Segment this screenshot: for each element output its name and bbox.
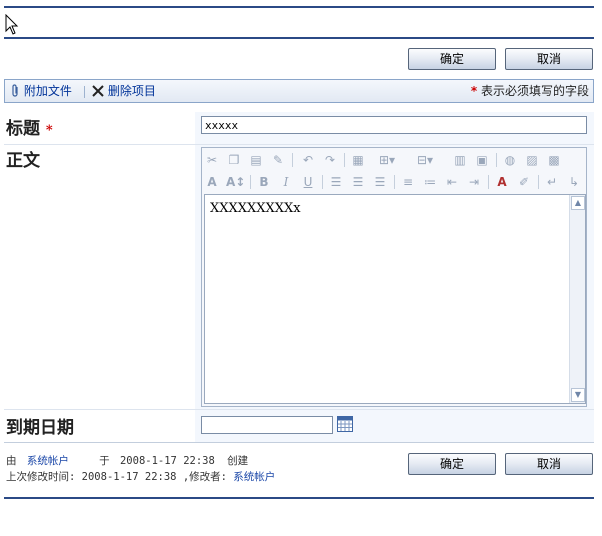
row-divider — [4, 442, 594, 443]
highlight-icon[interactable]: ✐ — [516, 174, 532, 190]
underline-icon[interactable]: U — [300, 174, 316, 190]
attach-file-label: 附加文件 — [23, 84, 72, 98]
modified-at: 2008-1-17 22:38 — [81, 471, 177, 483]
body-edit-area[interactable]: XXXXXXXXXx ▲ ▼ — [204, 194, 586, 404]
created-at: 2008-1-17 22:38 — [119, 455, 215, 467]
body-label: 正文 — [6, 151, 40, 171]
cut-icon[interactable]: ✂ — [204, 152, 220, 168]
created-prefix: 由 — [6, 455, 17, 467]
scroll-up-icon[interactable]: ▲ — [571, 196, 585, 210]
ltr-icon[interactable]: ↵ — [544, 174, 560, 190]
editor-toolbar-row-1: ✂ ❐ ▤ ✎ ↶ ↷ ▦ ⊞▾ ⊟▾ ▥ ▣ ◍ ▨ ▩ — [204, 150, 584, 170]
required-star-icon: * — [470, 84, 478, 98]
outdent-icon[interactable]: ⇤ — [444, 174, 460, 190]
hyperlink-icon[interactable]: ◍ — [502, 152, 518, 168]
rich-text-editor: ✂ ❐ ▤ ✎ ↶ ↷ ▦ ⊞▾ ⊟▾ ▥ ▣ ◍ ▨ ▩ A A↕ B I U… — [201, 147, 587, 407]
image-icon[interactable]: ▨ — [524, 152, 540, 168]
italic-icon[interactable]: I — [278, 174, 294, 190]
toolbar-separator — [84, 86, 85, 98]
attach-file-button[interactable]: 附加文件 — [11, 83, 72, 99]
numbered-list-icon[interactable]: ≡ — [400, 174, 416, 190]
modified-info: 上次修改时间: 2008-1-17 22:38 ,修改者: 系统帐户 — [6, 469, 275, 484]
merge-cells-icon[interactable]: ▥ — [452, 152, 468, 168]
indent-icon[interactable]: ⇥ — [466, 174, 482, 190]
mouse-cursor-icon — [5, 14, 19, 35]
align-left-icon[interactable]: ☰ — [328, 174, 344, 190]
editor-separator — [344, 153, 345, 167]
top-divider — [4, 6, 594, 8]
bottom-divider — [4, 497, 594, 499]
delete-item-label: 删除项目 — [107, 84, 156, 98]
undo-icon[interactable]: ↶ — [300, 152, 316, 168]
modified-by-prefix: ,修改者: — [182, 471, 227, 483]
title-input[interactable] — [201, 116, 587, 134]
title-required-star: * — [45, 123, 53, 138]
cancel-button-bottom[interactable]: 取消 — [505, 453, 593, 475]
title-label: 标题 * — [6, 114, 53, 139]
scroll-down-icon[interactable]: ▼ — [571, 388, 585, 402]
due-date-input[interactable] — [201, 416, 333, 434]
insert-row-icon[interactable]: ⊞▾ — [374, 152, 400, 168]
modified-prefix: 上次修改时间: — [6, 471, 76, 483]
bold-icon[interactable]: B — [256, 174, 272, 190]
bullet-list-icon[interactable]: ≔ — [422, 174, 438, 190]
delete-item-button[interactable]: 删除项目 — [92, 83, 156, 99]
font-grow-icon[interactable]: A↕ — [226, 174, 245, 190]
created-suffix: 创建 — [227, 455, 249, 467]
split-cells-icon[interactable]: ▣ — [474, 152, 490, 168]
created-at-prefix: 于 — [99, 455, 110, 467]
ok-button-bottom[interactable]: 确定 — [408, 453, 496, 475]
redo-icon[interactable]: ↷ — [322, 152, 338, 168]
paperclip-icon — [12, 84, 18, 97]
align-right-icon[interactable]: ☰ — [372, 174, 388, 190]
table-icon[interactable]: ▦ — [350, 152, 366, 168]
ok-button-top[interactable]: 确定 — [408, 48, 496, 70]
grid-icon[interactable]: ▩ — [546, 152, 562, 168]
header-divider — [4, 37, 594, 39]
text-color-icon[interactable]: A — [494, 174, 510, 190]
editor-separator — [292, 153, 293, 167]
required-fields-note: * 表示必须填写的字段 — [471, 83, 589, 99]
paste-plain-icon[interactable]: ✎ — [270, 152, 286, 168]
modified-by-link[interactable]: 系统帐户 — [233, 471, 275, 483]
editor-separator — [488, 175, 489, 189]
editor-scrollbar[interactable]: ▲ ▼ — [569, 195, 585, 403]
editor-separator — [538, 175, 539, 189]
rtl-icon[interactable]: ↳ — [566, 174, 582, 190]
align-center-icon[interactable]: ☰ — [350, 174, 366, 190]
body-text: XXXXXXXXXx — [210, 201, 301, 216]
calendar-icon[interactable] — [337, 416, 353, 432]
paste-icon[interactable]: ▤ — [248, 152, 264, 168]
font-size-icon[interactable]: A — [204, 174, 220, 190]
copy-icon[interactable]: ❐ — [226, 152, 242, 168]
editor-separator — [496, 153, 497, 167]
editor-separator — [250, 175, 251, 189]
due-date-label: 到期日期 — [6, 418, 74, 438]
required-note-text: 表示必须填写的字段 — [480, 84, 589, 98]
created-info: 由 系统帐户 于 2008-1-17 22:38 创建 — [6, 453, 248, 468]
form-toolbar: 附加文件 删除项目 * 表示必须填写的字段 — [4, 79, 594, 103]
editor-separator — [322, 175, 323, 189]
title-label-text: 标题 — [6, 119, 40, 139]
insert-column-icon[interactable]: ⊟▾ — [412, 152, 438, 168]
created-by-link[interactable]: 系统帐户 — [27, 455, 69, 467]
editor-toolbar-row-2: A A↕ B I U ☰ ☰ ☰ ≡ ≔ ⇤ ⇥ A ✐ ↵ ↳ — [204, 172, 584, 192]
editor-separator — [394, 175, 395, 189]
delete-x-icon — [92, 85, 104, 97]
cancel-button-top[interactable]: 取消 — [505, 48, 593, 70]
